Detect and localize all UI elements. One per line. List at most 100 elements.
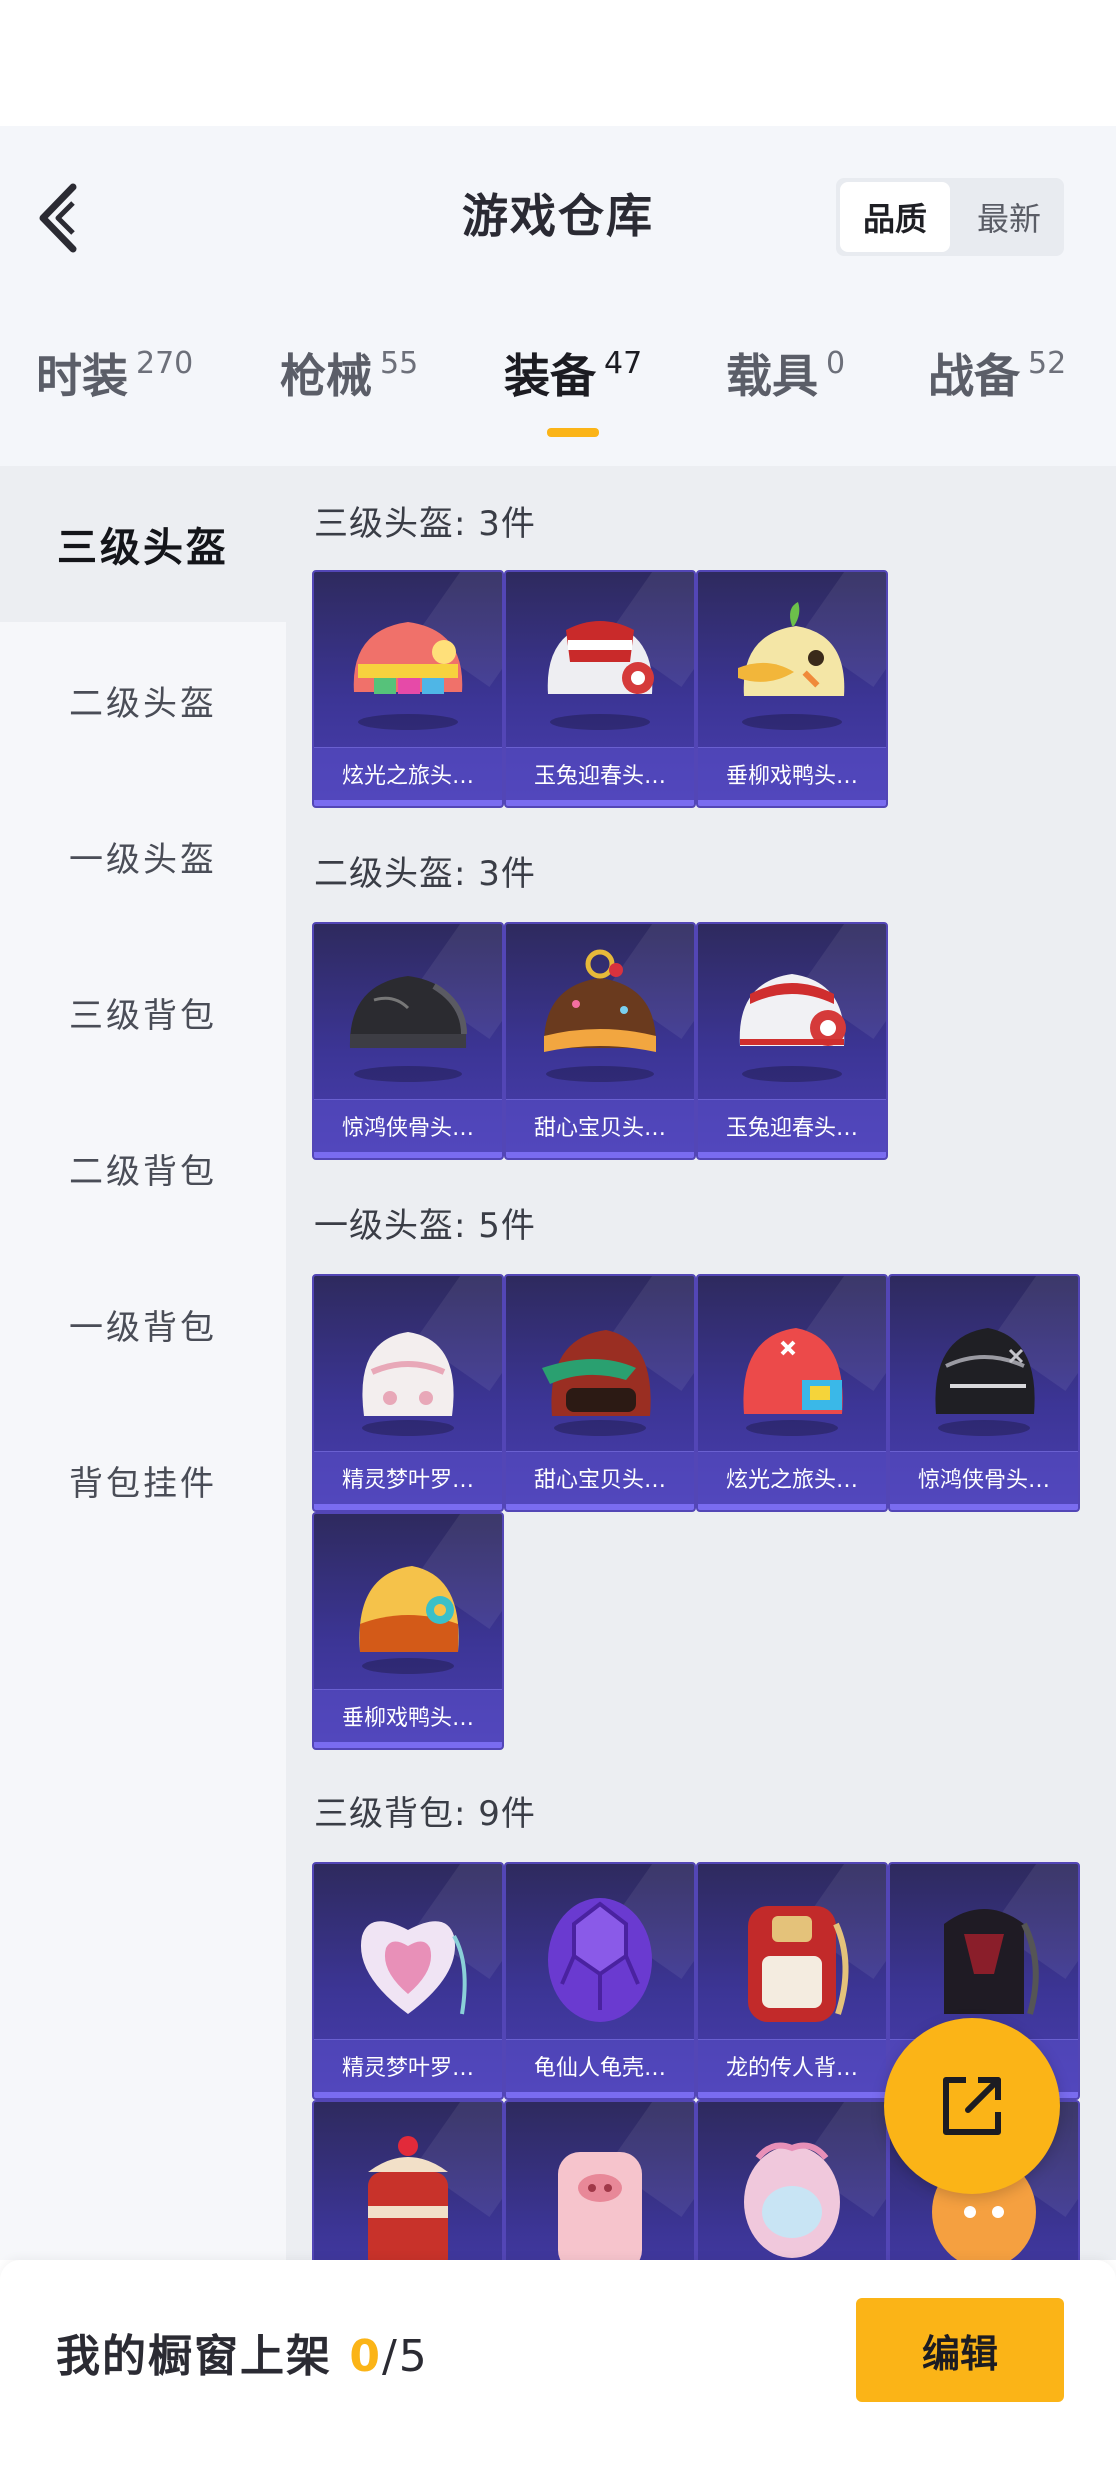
helmet-pink-icon <box>353 622 463 730</box>
tab-label: 战备 <box>928 349 1020 403</box>
backpack-pig-icon <box>558 2152 642 2260</box>
backpack-black-icon <box>944 1909 1039 2015</box>
sidebar-item-level1-backpack[interactable]: 一级背包 <box>0 1246 286 1402</box>
section-title: 三级背包: 9件 <box>314 1794 536 1834</box>
card-accent <box>506 1504 694 1510</box>
tab-label: 载具 <box>726 349 818 403</box>
item-card[interactable]: 甜心宝贝头… <box>504 922 696 1160</box>
item-name: 炫光之旅头… <box>725 1468 858 1493</box>
item-name-bar: 炫光之旅头… <box>314 747 502 800</box>
helmet-white-pink-icon <box>362 1332 454 1436</box>
item-name: 甜心宝贝头… <box>533 1116 666 1141</box>
card-accent <box>698 1504 886 1510</box>
showcase-label: 我的橱窗上架 <box>56 2331 332 2382</box>
item-name: 炫光之旅头… <box>341 764 474 789</box>
tab-label: 枪械 <box>280 349 372 403</box>
backpack-fish-icon <box>744 2142 840 2258</box>
card-accent <box>506 1152 694 1158</box>
card-accent <box>314 1152 502 1158</box>
item-name-bar: 龙的传人背… <box>698 2039 886 2092</box>
sort-option-latest[interactable]: 最新 <box>954 178 1064 256</box>
section-title: 一级头盔: 5件 <box>314 1206 536 1246</box>
card-accent <box>314 800 502 806</box>
edit-button[interactable]: 编辑 <box>856 2298 1064 2402</box>
sidebar-item-level3-helmet[interactable]: 三级头盔 <box>0 466 286 622</box>
card-accent <box>698 1152 886 1158</box>
item-name-bar: 垂柳戏鸭头… <box>698 747 886 800</box>
item-name: 精灵梦叶罗… <box>341 2056 474 2081</box>
backpack-heart-icon <box>360 1921 467 2015</box>
tab-active-indicator <box>547 428 600 437</box>
helmet-red-visor-icon <box>542 1330 651 1436</box>
item-card[interactable] <box>696 2100 888 2260</box>
item-card[interactable]: 精灵梦叶罗… <box>312 1862 504 2100</box>
category-sidebar: 三级头盔 二级头盔 一级头盔 三级背包 二级背包 一级背包 背包挂件 <box>0 466 286 2260</box>
tab-count: 47 <box>604 346 643 381</box>
helmet-white-red-icon <box>547 621 654 730</box>
sort-toggle: 品质 最新 <box>836 178 1064 256</box>
helmet-chocolate-icon <box>543 949 657 1082</box>
category-tabs: 时装 270 枪械 55 装备 47 载具 0 战备 52 <box>0 340 1116 450</box>
card-accent <box>698 800 886 806</box>
item-name-bar: 炫光之旅头… <box>698 1451 886 1504</box>
item-card[interactable]: 炫光之旅头… <box>696 1274 888 1512</box>
sidebar-item-level2-helmet[interactable]: 二级头盔 <box>0 622 286 778</box>
backpack-red-icon <box>748 1906 849 2022</box>
item-card[interactable] <box>504 2100 696 2260</box>
content-area[interactable]: 三级头盔 二级头盔 一级头盔 三级背包 二级背包 一级背包 背包挂件 三级头盔:… <box>0 466 1116 2260</box>
share-fab-button[interactable] <box>884 2018 1060 2194</box>
section-title: 三级头盔: 3件 <box>314 504 536 544</box>
item-card[interactable]: 精灵梦叶罗… <box>312 1274 504 1512</box>
showcase-total: /5 <box>381 2331 429 2382</box>
item-card[interactable]: 垂柳戏鸭头… <box>312 1512 504 1750</box>
helmet-white-red-icon <box>739 974 846 1082</box>
backpack-cake-icon <box>368 2136 448 2260</box>
backpack-turtle-icon <box>548 1898 652 2022</box>
helmet-duck-icon <box>738 602 845 730</box>
tab-combat-supplies[interactable]: 战备 52 <box>928 340 1066 450</box>
tab-count: 55 <box>380 346 419 381</box>
sidebar-item-level3-backpack[interactable]: 三级背包 <box>0 934 286 1090</box>
item-name-bar: 玉兔迎春头… <box>698 1099 886 1152</box>
section-title: 二级头盔: 3件 <box>314 854 536 894</box>
sidebar-item-backpack-charm[interactable]: 背包挂件 <box>0 1402 286 1558</box>
item-card[interactable]: 垂柳戏鸭头… <box>696 570 888 808</box>
item-card[interactable]: 玉兔迎春头… <box>504 570 696 808</box>
card-accent <box>314 2092 502 2098</box>
helmet-red-icon <box>743 1328 843 1436</box>
item-card[interactable]: 惊鸿侠骨头… <box>888 1274 1080 1512</box>
item-name: 惊鸿侠骨头… <box>917 1468 1050 1493</box>
card-accent <box>506 2092 694 2098</box>
item-card[interactable]: 炫光之旅头… <box>312 570 504 808</box>
item-name-bar: 龟仙人龟壳… <box>506 2039 694 2092</box>
item-name: 精灵梦叶罗… <box>341 1468 474 1493</box>
item-name-bar: 玉兔迎春头… <box>506 747 694 800</box>
card-accent <box>698 2092 886 2098</box>
item-name: 垂柳戏鸭头… <box>725 764 858 789</box>
tab-count: 52 <box>1028 346 1067 381</box>
sidebar-item-level2-backpack[interactable]: 二级背包 <box>0 1090 286 1246</box>
item-name-bar: 惊鸿侠骨头… <box>890 1451 1078 1504</box>
sort-option-quality[interactable]: 品质 <box>840 182 950 252</box>
item-card[interactable] <box>312 2100 504 2260</box>
item-name-bar: 甜心宝贝头… <box>506 1451 694 1504</box>
helmet-black-open-icon <box>935 1328 1035 1436</box>
tab-weapons[interactable]: 枪械 55 <box>280 340 418 450</box>
item-card[interactable]: 玉兔迎春头… <box>696 922 888 1160</box>
sidebar-item-level1-helmet[interactable]: 一级头盔 <box>0 778 286 934</box>
item-card[interactable]: 甜心宝贝头… <box>504 1274 696 1512</box>
item-card[interactable]: 惊鸿侠骨头… <box>312 922 504 1160</box>
tab-equipment[interactable]: 装备 47 <box>504 340 642 450</box>
tab-fashion[interactable]: 时装 270 <box>36 340 193 450</box>
showcase-status: 我的橱窗上架 0/5 <box>56 2320 429 2384</box>
tab-count: 0 <box>826 346 846 381</box>
item-name-bar: 垂柳戏鸭头… <box>314 1689 502 1742</box>
tab-count: 270 <box>136 346 194 381</box>
showcase-footer: 我的橱窗上架 0/5 编辑 <box>0 2260 1116 2484</box>
tab-vehicles[interactable]: 载具 0 <box>726 340 845 450</box>
helmet-orange-icon <box>359 1566 459 1674</box>
item-name-bar: 精灵梦叶罗… <box>314 2039 502 2092</box>
item-card[interactable]: 龙的传人背… <box>696 1862 888 2100</box>
item-card[interactable]: 龟仙人龟壳… <box>504 1862 696 2100</box>
share-icon <box>943 2077 1001 2135</box>
